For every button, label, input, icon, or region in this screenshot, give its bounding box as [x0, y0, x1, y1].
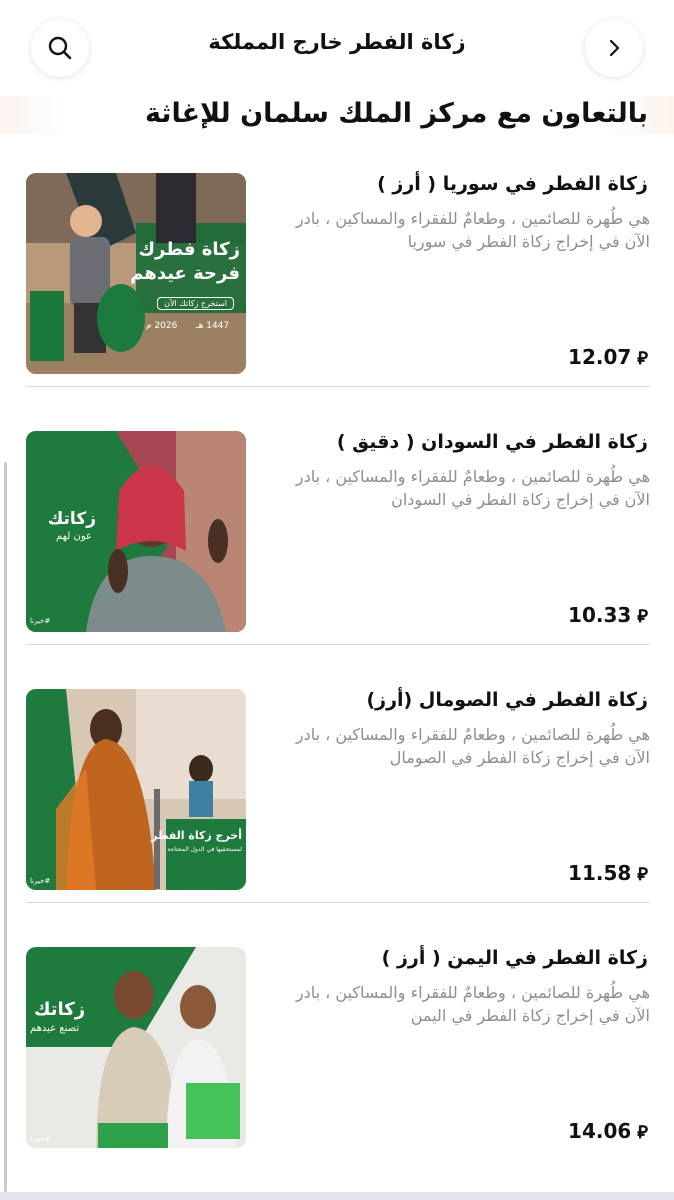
price-value: 10.33	[568, 603, 632, 627]
price-value: 11.58	[568, 861, 632, 885]
image-caption-line1: زكاتك	[47, 509, 96, 529]
product-description: هي طُهرة للصائمين ، وطعامٌ للفقراء والمس…	[295, 467, 650, 509]
image-tag: #خيرنا	[30, 877, 51, 885]
product-price: 11.58 ⃁	[568, 861, 648, 885]
image-tag: #خيرنا	[30, 1135, 51, 1143]
product-title[interactable]: زكاة الفطر في الصومال (أرز)	[268, 689, 648, 711]
riyal-icon: ⃁	[637, 863, 648, 885]
image-caption-line2: تصنع عيدهم	[30, 1023, 80, 1034]
product-description: هي طُهرة للصائمين ، وطعامٌ للفقراء والمس…	[295, 725, 650, 767]
image-caption-line1: زكاة فطرك	[138, 239, 241, 260]
image-caption-line2: عون لهم	[56, 531, 92, 542]
image-caption-line2: لمستحقيها في الدول المحتاجة	[167, 846, 242, 853]
product-description: هي طُهرة للصائمين ، وطعامٌ للفقراء والمس…	[295, 209, 650, 251]
product-image-syria[interactable]: زكاة فطرك فرحة عيدهم استخرج زكاتك الآن 2…	[26, 173, 246, 374]
bottom-edge	[0, 1192, 674, 1200]
product-price: 10.33 ⃁	[568, 603, 648, 627]
search-icon	[48, 36, 72, 60]
divider	[26, 902, 650, 903]
product-image-somalia[interactable]: أخرج زكاة الفطر لمستحقيها في الدول المحت…	[26, 689, 246, 890]
search-button[interactable]	[31, 19, 89, 77]
product-image-sudan[interactable]: زكاتك عون لهم #خيرنا	[26, 431, 246, 632]
divider	[26, 386, 650, 387]
section-title: بالتعاون مع مركز الملك سلمان للإغاثة	[144, 98, 648, 129]
product-image-yemen[interactable]: زكاتك تصنع عيدهم #خيرنا	[26, 947, 246, 1148]
scrollbar[interactable]	[4, 462, 7, 1192]
top-app-bar: زكاة الفطر خارج المملكة	[0, 0, 674, 96]
image-caption-line1: أخرج زكاة الفطر	[151, 829, 242, 842]
divider	[26, 644, 650, 645]
riyal-icon: ⃁	[637, 1121, 648, 1143]
image-cta: استخرج زكاتك الآن	[157, 297, 234, 310]
image-year-greg: 2026 م	[146, 321, 178, 331]
product-title[interactable]: زكاة الفطر في اليمن ( أرز )	[268, 947, 648, 969]
product-title[interactable]: زكاة الفطر في سوريا ( أرز )	[268, 173, 648, 195]
riyal-icon: ⃁	[637, 347, 648, 369]
product-price: 14.06 ⃁	[568, 1119, 648, 1143]
image-tag: #خيرنا	[30, 617, 51, 625]
image-caption-line1: زكاتك	[34, 999, 86, 1020]
forward-button[interactable]	[585, 19, 643, 77]
image-caption-line2: فرحة عيدهم	[130, 263, 240, 284]
price-value: 14.06	[568, 1119, 632, 1143]
product-card-yemen[interactable]: زكاتك تصنع عيدهم #خيرنا زكاة الفطر في ال…	[26, 947, 650, 1200]
riyal-icon: ⃁	[637, 605, 648, 627]
product-title[interactable]: زكاة الفطر في السودان ( دقيق )	[268, 431, 648, 453]
image-year-hijri: 1447 هـ	[196, 321, 230, 331]
price-value: 12.07	[568, 345, 632, 369]
product-price: 12.07 ⃁	[568, 345, 648, 369]
product-card-somalia[interactable]: أخرج زكاة الفطر لمستحقيها في الدول المحت…	[26, 689, 650, 947]
chevron-right-icon	[609, 39, 620, 57]
page-title: زكاة الفطر خارج المملكة	[208, 30, 466, 54]
product-card-syria[interactable]: زكاة فطرك فرحة عيدهم استخرج زكاتك الآن 2…	[26, 173, 650, 431]
product-card-sudan[interactable]: زكاتك عون لهم #خيرنا زكاة الفطر في السود…	[26, 431, 650, 689]
product-description: هي طُهرة للصائمين ، وطعامٌ للفقراء والمس…	[295, 983, 650, 1025]
